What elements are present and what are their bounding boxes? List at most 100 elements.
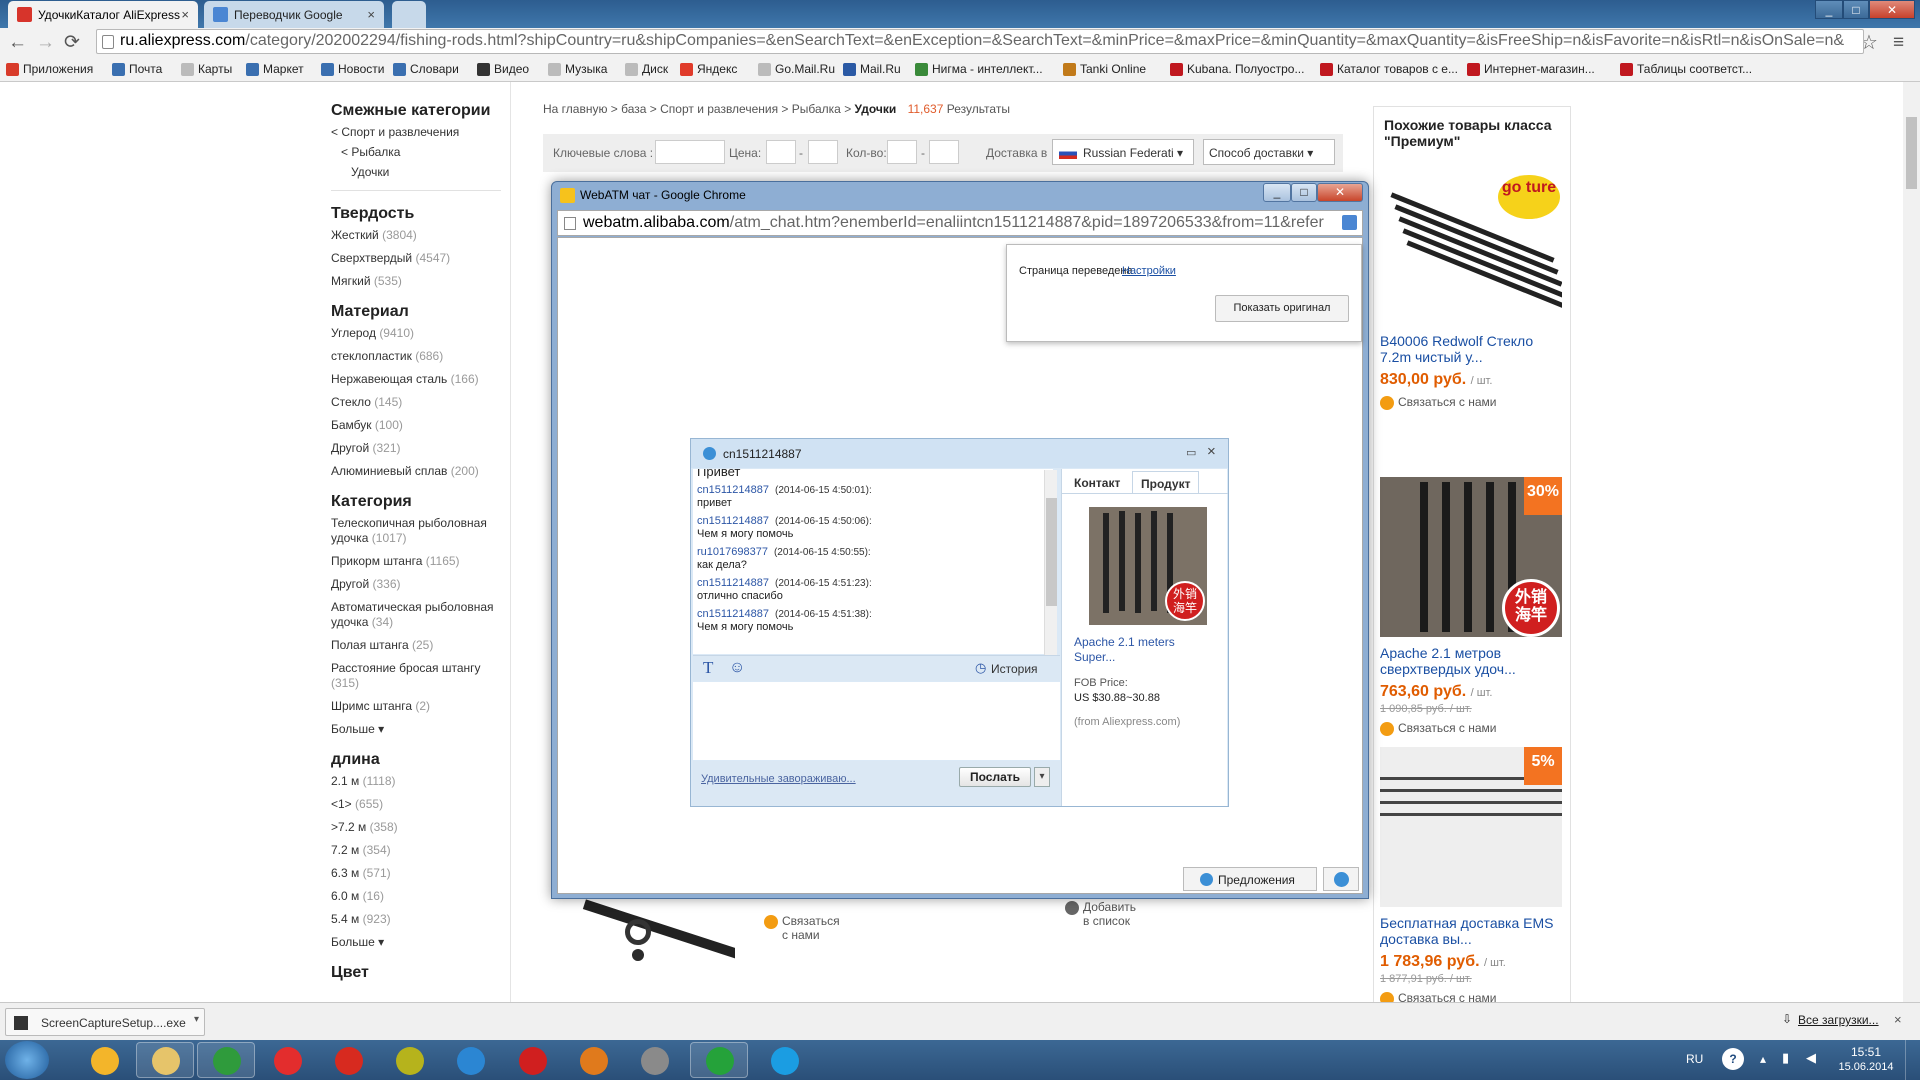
tab-google-translate[interactable]: Переводчик Google × (204, 1, 384, 28)
filter-option[interactable]: Мягкий (535) (331, 274, 506, 289)
breadcrumb-path[interactable]: На главную > база > Спорт и развлечения … (543, 102, 855, 116)
reload-icon[interactable]: ⟳ (64, 33, 80, 53)
filter-option[interactable]: 2.1 м (1118) (331, 774, 506, 789)
filter-option[interactable]: Нержавеющая сталь (166) (331, 372, 506, 387)
close-window-button[interactable]: ✕ (1869, 0, 1915, 19)
bookmark-item[interactable]: Приложения (6, 62, 93, 76)
taskbar-app-button[interactable] (380, 1042, 438, 1078)
filter-option[interactable]: Прикорм штанга (1165) (331, 554, 506, 569)
forward-icon[interactable]: → (36, 33, 55, 53)
product-image[interactable]: go ture (1380, 165, 1562, 325)
country-select[interactable]: Russian Federati ▾ (1052, 139, 1194, 165)
bookmark-item[interactable]: Словари (393, 62, 459, 76)
translate-settings-link[interactable]: Настройки (1122, 265, 1176, 277)
help-icon[interactable]: ? (1722, 1048, 1744, 1070)
tray-arrow-icon[interactable]: ▴ (1760, 1052, 1766, 1066)
filter-option[interactable]: Больше ▾ (331, 935, 506, 950)
taskbar-chrome-button[interactable] (197, 1042, 255, 1078)
popup-minimize-button[interactable]: _ (1263, 183, 1291, 202)
product-title-link[interactable]: Apache 2.1 метров сверхтвердых удоч... (1380, 645, 1566, 677)
bookmark-item[interactable]: Видео (477, 62, 529, 76)
keywords-input[interactable] (655, 140, 725, 164)
address-bar[interactable]: ru.aliexpress.com/category/202002294/fis… (96, 29, 1864, 54)
chrome-menu-icon[interactable]: ≡ (1893, 33, 1904, 53)
close-tab-icon[interactable]: × (181, 7, 189, 22)
filter-option[interactable]: Жесткий (3804) (331, 228, 506, 243)
premium-product-card[interactable]: 5% Бесплатная доставка EMS доставка вы...… (1380, 747, 1566, 1006)
product-title-link[interactable]: Бесплатная доставка EMS доставка вы... (1380, 915, 1566, 947)
popup-close-button[interactable]: ✕ (1317, 183, 1363, 202)
scrollbar-thumb[interactable] (1906, 117, 1917, 189)
close-download-bar-icon[interactable]: × (1894, 1012, 1902, 1027)
tab-contact[interactable]: Контакт (1066, 471, 1128, 493)
shipping-method-select[interactable]: Способ доставки ▾ (1203, 139, 1335, 165)
emoticon-icon[interactable]: ☺ (729, 659, 745, 677)
bookmark-item[interactable]: Каталог товаров с е... (1320, 62, 1458, 76)
close-tab-icon[interactable]: × (367, 7, 375, 22)
bookmark-item[interactable]: Tanki Online (1063, 62, 1146, 76)
filter-option[interactable]: <1> (655) (331, 797, 506, 812)
message-sender[interactable]: cn1511214887 (697, 484, 769, 496)
taskbar-mail-button[interactable] (690, 1042, 748, 1078)
taskbar-firefox-button[interactable] (564, 1042, 622, 1078)
bookmark-item[interactable]: Интернет-магазин... (1467, 62, 1595, 76)
message-input[interactable] (693, 682, 1060, 760)
premium-product-card[interactable]: go ture B40006 Redwolf Стекло 7.2m чистый… (1380, 165, 1566, 410)
bookmark-item[interactable]: Таблицы соответст... (1620, 62, 1752, 76)
taskbar-tool-button[interactable] (625, 1042, 683, 1078)
popup-address-bar[interactable]: webatm.alibaba.com/atm_chat.htm?enemberI… (557, 210, 1363, 236)
product-name-link[interactable]: Apache 2.1 meters Super... (1074, 635, 1214, 665)
product-title-link[interactable]: B40006 Redwolf Стекло 7.2m чистый у... (1380, 333, 1566, 365)
filter-option[interactable]: Сверхтвердый (4547) (331, 251, 506, 266)
fishing-reel-image[interactable] (580, 897, 735, 992)
page-info-icon[interactable] (102, 35, 114, 49)
filter-option[interactable]: 7.2 м (354) (331, 843, 506, 858)
product-image[interactable]: 5% (1380, 747, 1562, 907)
download-menu-chevron-icon[interactable]: ▾ (194, 1014, 199, 1025)
bookmark-item[interactable]: Mail.Ru (843, 62, 901, 76)
filter-option[interactable]: Другой (321) (331, 441, 506, 456)
message-sender[interactable]: cn1511214887 (697, 577, 769, 589)
clock-time[interactable]: 15:51 (1840, 1045, 1892, 1059)
taskbar-opera-button[interactable] (503, 1042, 561, 1078)
download-item[interactable]: ScreenCaptureSetup....exe ▾ (5, 1008, 205, 1036)
bookmark-item[interactable]: Диск (625, 62, 668, 76)
filter-option[interactable]: Телескопичная рыболовная удочка (1017) (331, 516, 506, 546)
minimize-button[interactable]: _ (1815, 0, 1843, 19)
back-icon[interactable]: ← (8, 33, 27, 53)
filter-option[interactable]: Стекло (145) (331, 395, 506, 410)
bookmark-item[interactable]: Kubana. Полуостро... (1170, 62, 1304, 76)
maximize-button[interactable]: □ (1843, 0, 1869, 19)
bookmark-item[interactable]: Новости (321, 62, 384, 76)
message-sender[interactable]: ru1017698377 (697, 546, 768, 558)
filter-option[interactable]: >7.2 м (358) (331, 820, 506, 835)
product-image[interactable]: 外销 海竿 30% (1380, 477, 1562, 637)
bookmark-item[interactable]: Нигма - интеллект... (915, 62, 1043, 76)
taskbar-ie-button[interactable] (441, 1042, 499, 1078)
related-category-link[interactable]: Удочки (331, 165, 506, 180)
send-button[interactable]: Послать (959, 767, 1031, 787)
filter-option[interactable]: 6.0 м (16) (331, 889, 506, 904)
filter-option[interactable]: 6.3 м (571) (331, 866, 506, 881)
contact-seller-link[interactable]: Связаться с нами (1380, 721, 1566, 736)
product-thumbnail[interactable]: 外销 海竿 (1089, 507, 1207, 625)
all-downloads-link[interactable]: Все загрузки... (1798, 1013, 1879, 1027)
filter-option[interactable]: Автоматическая рыболовная удочка (34) (331, 600, 506, 630)
taskbar-yandex-browser-button[interactable] (319, 1042, 377, 1078)
taskbar-skype-button[interactable] (755, 1042, 813, 1078)
related-category-link[interactable]: < Спорт и развлечения (331, 125, 506, 140)
filter-option[interactable]: Расстояние бросая штангу (315) (331, 661, 506, 691)
bookmark-item[interactable]: Почта (112, 62, 162, 76)
bookmark-item[interactable]: Go.Mail.Ru (758, 62, 835, 76)
popup-maximize-button[interactable]: □ (1291, 183, 1317, 202)
premium-product-card[interactable]: 外销 海竿 30% Apache 2.1 метров сверхтвердых у… (1380, 477, 1566, 736)
show-desktop-button[interactable] (1905, 1040, 1920, 1080)
tab-aliexpress[interactable]: УдочкиКаталог AliExpress × (8, 1, 198, 28)
filter-option[interactable]: Полая штанга (25) (331, 638, 506, 653)
chat-maximize-icon[interactable]: ▭ (1186, 446, 1196, 459)
max-price-input[interactable] (808, 140, 838, 164)
filter-option[interactable]: 5.4 м (923) (331, 912, 506, 927)
add-to-list-link[interactable]: Добавить в список (1065, 900, 1136, 928)
message-sender[interactable]: cn1511214887 (697, 608, 769, 620)
taskbar-explorer-button[interactable] (136, 1042, 194, 1078)
